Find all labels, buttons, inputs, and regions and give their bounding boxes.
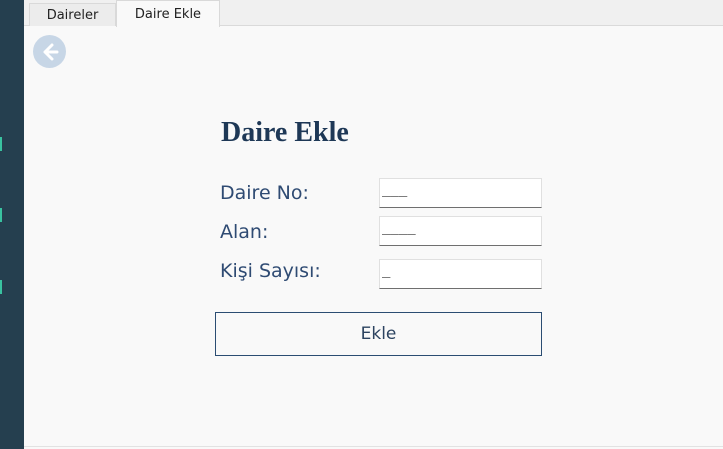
tab-daire-ekle[interactable]: Daire Ekle (116, 0, 220, 27)
kisi-sayisi-field[interactable]: _ (379, 259, 542, 289)
page-title: Daire Ekle (221, 117, 349, 148)
alan-field[interactable]: ____ (379, 216, 542, 246)
back-button[interactable] (33, 35, 66, 68)
alan-label: Alan: (220, 221, 269, 243)
bottom-divider (24, 446, 723, 447)
arrow-left-icon (43, 43, 58, 60)
tab-daireler[interactable]: Daireler (29, 3, 116, 26)
ekle-button[interactable]: Ekle (215, 312, 542, 356)
daire-no-label: Daire No: (220, 182, 309, 204)
daire-no-field[interactable]: ___ (379, 178, 542, 208)
sidebar-marker (0, 208, 2, 222)
sidebar-marker (0, 280, 2, 294)
kisi-sayisi-label: Kişi Sayısı: (220, 260, 321, 282)
left-sidebar-strip (0, 0, 24, 449)
tab-bar: Daireler Daire Ekle (24, 0, 723, 27)
sidebar-marker (0, 137, 2, 151)
